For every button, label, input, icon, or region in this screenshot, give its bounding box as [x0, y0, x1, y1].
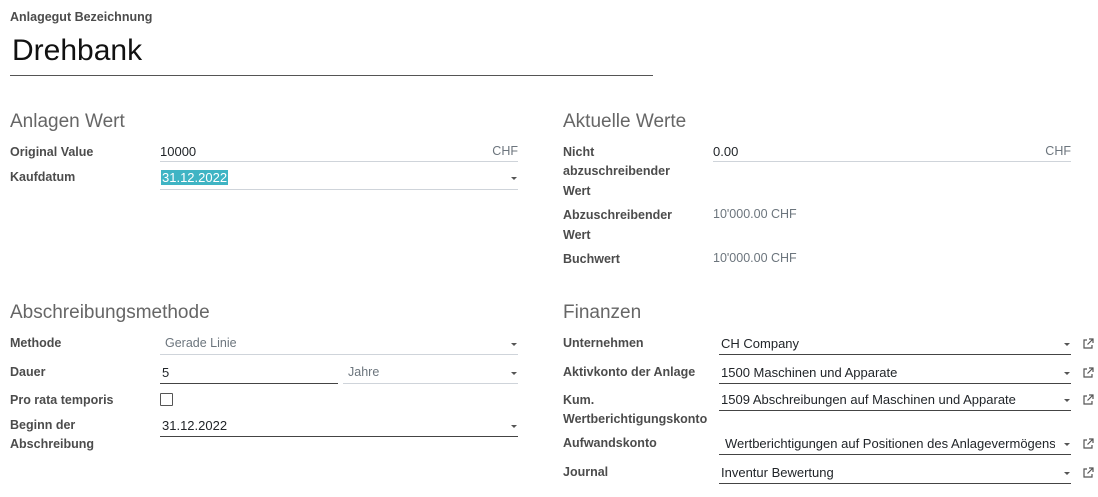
beginn-date-input[interactable]: 31.12.2022 [160, 416, 518, 437]
beginn-label-2: Abschreibung [10, 437, 95, 451]
asset-name-value: Drehbank [12, 34, 143, 67]
beginn-value: 31.12.2022 [162, 418, 228, 433]
caret-down-icon [1064, 372, 1070, 375]
unternehmen-value: CH Company [721, 336, 800, 351]
caret-down-icon [1064, 443, 1070, 446]
section-title-aktuelle-werte: Aktuelle Werte [563, 111, 687, 132]
nicht-abzuschreibender-label-2: abzuschreibender [563, 164, 670, 178]
original-value-text: 10000 [160, 144, 197, 159]
nicht-abzuschreibender-input[interactable]: 0.00 CHF [713, 142, 1071, 162]
aufwandskonto-value: Wertberichtigungen auf Positionen des An… [725, 436, 1055, 451]
external-link-icon[interactable] [1082, 394, 1094, 406]
dauer-label: Dauer [10, 365, 46, 379]
external-link-icon[interactable] [1082, 438, 1094, 450]
caret-down-icon [511, 177, 517, 180]
aktivkonto-value: 1500 Maschinen und Apparate [721, 365, 898, 380]
caret-down-icon [511, 343, 517, 346]
caret-down-icon [1064, 343, 1070, 346]
buchwert-value: 10'000.00 CHF [713, 251, 797, 265]
beginn-label-1: Beginn der [10, 418, 76, 432]
dauer-unit-value: Jahre [348, 365, 380, 379]
name-field-label: Anlagegut Bezeichnung [10, 10, 153, 24]
nicht-abzuschreibender-currency: CHF [1045, 144, 1071, 158]
caret-down-icon [511, 372, 517, 375]
section-title-finanzen: Finanzen [563, 302, 642, 323]
original-value-currency: CHF [492, 144, 518, 158]
caret-down-icon [1064, 399, 1070, 402]
abzuschreibender-value: 10'000.00 CHF [713, 207, 797, 221]
aufwandskonto-label: Aufwandskonto [563, 436, 657, 450]
external-link-icon[interactable] [1082, 367, 1094, 379]
journal-label: Journal [563, 465, 609, 479]
dauer-value: 5 [162, 365, 170, 380]
methode-value: Gerade Linie [165, 336, 237, 350]
external-link-icon[interactable] [1082, 467, 1094, 479]
journal-select[interactable]: Inventur Bewertung [719, 463, 1071, 484]
aufwandskonto-select[interactable]: Wertberichtigungen auf Positionen des An… [719, 434, 1071, 455]
kum-konto-select[interactable]: 1509 Abschreibungen auf Maschinen und Ap… [719, 390, 1071, 411]
abzuschreibender-label-1: Abzuschreibender [563, 208, 673, 222]
buchwert-label: Buchwert [563, 252, 620, 266]
dauer-input[interactable]: 5 [160, 363, 338, 384]
abzuschreibender-label-2: Wert [563, 228, 591, 242]
nicht-abzuschreibender-label-3: Wert [563, 184, 591, 198]
dauer-unit-select[interactable]: Jahre [343, 363, 518, 384]
unternehmen-select[interactable]: CH Company [719, 334, 1071, 355]
aktivkonto-label: Aktivkonto der Anlage [563, 365, 696, 379]
methode-label: Methode [10, 336, 62, 350]
kum-label-2: Wertberichtigungskonto [563, 412, 708, 426]
caret-down-icon [1064, 472, 1070, 475]
prorata-checkbox[interactable] [160, 393, 173, 406]
kaufdatum-label: Kaufdatum [10, 170, 76, 184]
original-value-label: Original Value [10, 145, 94, 159]
methode-select[interactable]: Gerade Linie [160, 334, 518, 355]
unternehmen-label: Unternehmen [563, 336, 644, 350]
aktivkonto-select[interactable]: 1500 Maschinen und Apparate [719, 363, 1071, 384]
nicht-abzuschreibender-label-1: Nicht [563, 145, 595, 159]
section-title-anlagen-wert: Anlagen Wert [10, 111, 125, 132]
external-link-icon[interactable] [1082, 338, 1094, 350]
caret-down-icon [511, 425, 517, 428]
kum-konto-value: 1509 Abschreibungen auf Maschinen und Ap… [721, 392, 1016, 407]
nicht-abzuschreibender-value: 0.00 [713, 144, 739, 159]
kum-label-1: Kum. [563, 393, 595, 407]
kaufdatum-text: 31.12.2022 [161, 170, 229, 185]
kaufdatum-input[interactable]: 31.12.2022 [160, 168, 518, 190]
journal-value: Inventur Bewertung [721, 465, 834, 480]
original-value-input[interactable]: 10000 CHF [160, 142, 518, 162]
section-title-abschreibungsmethode: Abschreibungsmethode [10, 302, 210, 323]
asset-name-input[interactable]: Drehbank [10, 30, 653, 76]
prorata-label: Pro rata temporis [10, 393, 114, 407]
